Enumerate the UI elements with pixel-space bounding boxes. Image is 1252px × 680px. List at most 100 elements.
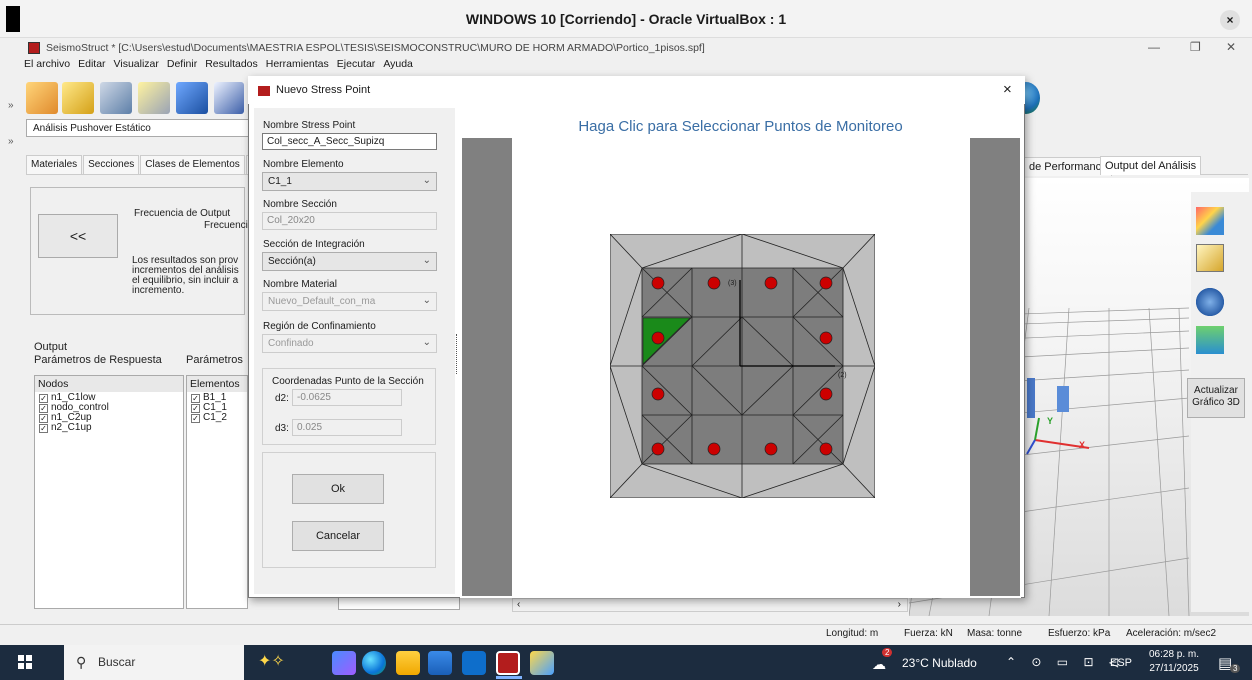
node-label: n2_C1up bbox=[51, 422, 92, 433]
status-acceleration: Aceleración: m/sec2 bbox=[1126, 628, 1217, 639]
checkbox-icon[interactable]: ✓ bbox=[39, 423, 48, 433]
scroll-left-icon[interactable]: ‹ bbox=[517, 599, 520, 610]
status-length: Longitud: m bbox=[826, 628, 879, 639]
scroll-right-icon[interactable]: › bbox=[898, 599, 901, 610]
tab-clases-elementos[interactable]: Clases de Elementos bbox=[140, 155, 245, 174]
checkbox-icon[interactable]: ✓ bbox=[39, 403, 48, 413]
minimize-icon[interactable]: — bbox=[1148, 40, 1160, 54]
splitter-handle[interactable] bbox=[456, 334, 459, 374]
checkbox-icon[interactable]: ✓ bbox=[39, 393, 48, 403]
active-app-indicator bbox=[496, 676, 522, 679]
integration-section-label: Sección de Integración bbox=[263, 239, 365, 250]
menu-ejecutar[interactable]: Ejecutar bbox=[337, 58, 376, 74]
menu-archivo[interactable]: El archivo bbox=[24, 58, 70, 74]
response-params-label-2: Parámetros bbox=[186, 354, 243, 366]
section-mesh[interactable] bbox=[610, 234, 875, 498]
refresh-3d-button[interactable]: Actualizar Gráfico 3D bbox=[1187, 378, 1245, 418]
open-folder-icon[interactable] bbox=[62, 82, 94, 114]
vbox-title: WINDOWS 10 [Corriendo] - Oracle VirtualB… bbox=[465, 11, 787, 27]
list-item[interactable]: ✓ C1_2 bbox=[191, 413, 243, 423]
back-button[interactable]: << bbox=[38, 214, 118, 258]
clock-time[interactable]: 06:28 p. m. bbox=[1146, 649, 1202, 660]
language-indicator[interactable]: ESP bbox=[1110, 657, 1132, 669]
checklist-icon[interactable] bbox=[1196, 244, 1224, 272]
report-icon[interactable] bbox=[214, 82, 244, 114]
new-project-icon[interactable] bbox=[26, 82, 58, 114]
close-icon[interactable]: ✕ bbox=[1226, 40, 1236, 54]
paint-icon[interactable] bbox=[530, 651, 554, 675]
layers-icon[interactable] bbox=[1196, 326, 1224, 354]
material-name-value: Nuevo_Default_con_ma bbox=[268, 296, 376, 307]
section-name-label: Nombre Sección bbox=[263, 199, 337, 210]
restore-icon[interactable]: ❐ bbox=[1190, 40, 1201, 54]
status-force: Fuerza: kN bbox=[904, 628, 953, 639]
dialog-app-icon bbox=[258, 86, 270, 96]
expand-chevron-icon[interactable]: » bbox=[8, 100, 14, 111]
wizard-icon[interactable] bbox=[138, 82, 170, 114]
elements-list[interactable]: Elementos ✓ B1_1 ✓ C1_1 ✓ C1_2 bbox=[186, 375, 248, 609]
element-name-select[interactable]: C1_1 ⌄ bbox=[262, 172, 437, 191]
analysis-type-select[interactable]: Análisis Pushover Estático bbox=[26, 119, 250, 137]
horizontal-scrollbar[interactable]: ‹ › bbox=[512, 598, 908, 612]
dialog-close-button[interactable]: × bbox=[1003, 81, 1012, 98]
ok-button[interactable]: Ok bbox=[292, 474, 384, 504]
search-placeholder: Buscar bbox=[98, 655, 136, 669]
seismostruct-logo-icon bbox=[28, 42, 40, 54]
sparkle-icon[interactable]: ✦✧ bbox=[258, 651, 314, 675]
outlook-icon[interactable] bbox=[462, 651, 486, 675]
axis-y-label: Y bbox=[1047, 416, 1054, 426]
nodes-list[interactable]: Nodos ✓ n1_C1low ✓ nodo_control ✓ n1_C2up ✓… bbox=[34, 375, 184, 609]
status-stress: Esfuerzo: kPa bbox=[1048, 628, 1111, 639]
canvas-left-margin bbox=[462, 138, 512, 596]
windows-start-icon[interactable] bbox=[18, 655, 32, 669]
axis2-label: (2) bbox=[838, 372, 847, 379]
menu-resultados[interactable]: Resultados bbox=[205, 58, 258, 74]
canvas-right-margin bbox=[970, 138, 1020, 596]
store-icon[interactable] bbox=[428, 651, 452, 675]
checkbox-icon[interactable]: ✓ bbox=[191, 403, 200, 413]
stress-point-name-input[interactable]: Col_secc_A_Secc_Supizq bbox=[262, 133, 437, 150]
menu-visualizar[interactable]: Visualizar bbox=[114, 58, 159, 74]
menu-herramientas[interactable]: Herramientas bbox=[266, 58, 329, 74]
menu-editar[interactable]: Editar bbox=[78, 58, 105, 74]
cancel-button[interactable]: Cancelar bbox=[292, 521, 384, 551]
confinement-label: Región de Confinamiento bbox=[263, 321, 376, 332]
save-icon[interactable] bbox=[176, 82, 208, 114]
checkbox-icon[interactable]: ✓ bbox=[191, 413, 200, 423]
nodes-header: Nodos bbox=[35, 376, 183, 392]
output-label: Output bbox=[34, 341, 68, 353]
file-explorer-icon[interactable] bbox=[396, 651, 420, 675]
taskbar-search[interactable]: ⚲ Buscar bbox=[64, 645, 244, 680]
menu-definir[interactable]: Definir bbox=[167, 58, 197, 74]
shapes-icon[interactable] bbox=[1196, 207, 1224, 235]
freq-label: Frecuencia de Output bbox=[134, 208, 231, 219]
app-titlebar: SeismoStruct * [C:\Users\estud\Documents… bbox=[28, 40, 705, 56]
list-item[interactable]: ✓ n2_C1up bbox=[39, 423, 179, 433]
building-icon[interactable] bbox=[100, 82, 132, 114]
checkbox-icon[interactable]: ✓ bbox=[191, 393, 200, 403]
axes-icon[interactable] bbox=[1196, 288, 1224, 316]
checkbox-icon[interactable]: ✓ bbox=[39, 413, 48, 423]
menubar: El archivo Editar Visualizar Definir Res… bbox=[24, 58, 413, 74]
tab-materiales[interactable]: Materiales bbox=[26, 155, 83, 174]
tray-icons[interactable]: ⌃ ⊙ ▭ ⊡ ◁ bbox=[1006, 655, 1124, 669]
expand-chevron-icon-2[interactable]: » bbox=[8, 136, 14, 147]
d2-field: -0.0625 bbox=[292, 389, 402, 406]
vbox-close-button[interactable]: × bbox=[1220, 10, 1240, 30]
app-icon-1[interactable] bbox=[332, 651, 356, 675]
seismostruct-taskbar-icon[interactable] bbox=[496, 651, 520, 675]
edge-icon[interactable] bbox=[362, 651, 386, 675]
menu-ayuda[interactable]: Ayuda bbox=[383, 58, 413, 74]
integration-section-select[interactable]: Sección(a) ⌄ bbox=[262, 252, 437, 271]
weather-icon[interactable]: ☁ bbox=[872, 656, 886, 673]
status-mass: Masa: tonne bbox=[967, 628, 1023, 639]
tab-secciones[interactable]: Secciones bbox=[83, 155, 140, 174]
clock-date[interactable]: 27/11/2025 bbox=[1146, 663, 1202, 674]
search-icon: ⚲ bbox=[76, 654, 87, 670]
axis-x-label: X bbox=[1079, 440, 1086, 450]
confinement-select: Confinado ⌄ bbox=[262, 334, 437, 353]
tab-output-analisis[interactable]: Output del Análisis bbox=[1100, 156, 1202, 175]
element-name-value: C1_1 bbox=[268, 176, 292, 187]
weather-text: 23°C Nublado bbox=[902, 656, 977, 670]
name-label: Nombre Stress Point bbox=[263, 120, 356, 131]
